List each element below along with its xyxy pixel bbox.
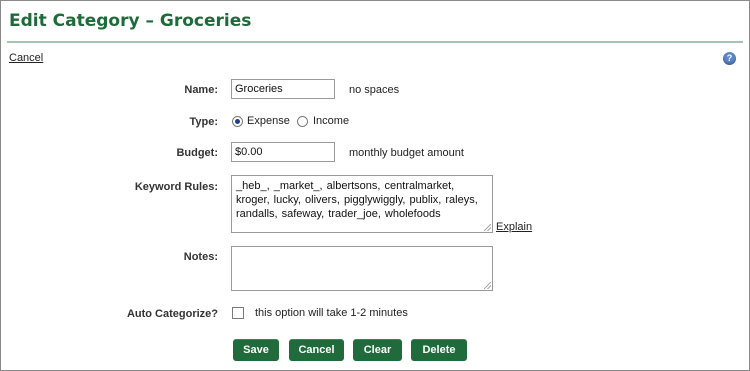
notes-label: Notes: (183, 251, 218, 263)
cancel-link[interactable]: Cancel (9, 52, 43, 64)
clear-button[interactable]: Clear (353, 339, 402, 361)
expense-radio-label: Expense (247, 115, 290, 127)
income-radio-label: Income (313, 115, 350, 127)
save-button[interactable]: Save (233, 339, 279, 361)
auto-categorize-checkbox[interactable] (232, 307, 244, 319)
notes-textarea[interactable] (231, 246, 493, 291)
resize-grip-icon[interactable] (484, 282, 491, 289)
budget-input[interactable] (231, 142, 335, 162)
name-label: Name: (184, 84, 218, 96)
income-radio[interactable] (297, 116, 308, 127)
budget-label: Budget: (176, 147, 218, 159)
auto-categorize-hint: this option will take 1-2 minutes (255, 307, 408, 319)
name-hint: no spaces (349, 84, 400, 96)
type-label: Type: (189, 116, 218, 128)
auto-categorize-label: Auto Categorize? (126, 308, 218, 320)
resize-grip-icon[interactable] (484, 224, 491, 231)
edit-category-panel: Edit Category – Groceries Cancel ? Name:… (0, 0, 750, 371)
cancel-button[interactable]: Cancel (289, 339, 344, 361)
expense-radio[interactable] (232, 116, 243, 127)
help-icon[interactable]: ? (723, 52, 736, 65)
keyword-rules-textarea[interactable]: _heb_, _market_, albertsons, centralmark… (231, 175, 493, 233)
delete-button[interactable]: Delete (411, 339, 467, 361)
page-title: Edit Category – Groceries (9, 11, 252, 31)
name-input[interactable] (231, 79, 335, 99)
explain-link[interactable]: Explain (496, 221, 532, 233)
keyword-rules-text: _heb_, _market_, albertsons, centralmark… (236, 180, 478, 220)
keyword-rules-label: Keyword Rules: (134, 181, 218, 193)
title-divider (7, 41, 743, 43)
budget-hint: monthly budget amount (349, 147, 464, 159)
